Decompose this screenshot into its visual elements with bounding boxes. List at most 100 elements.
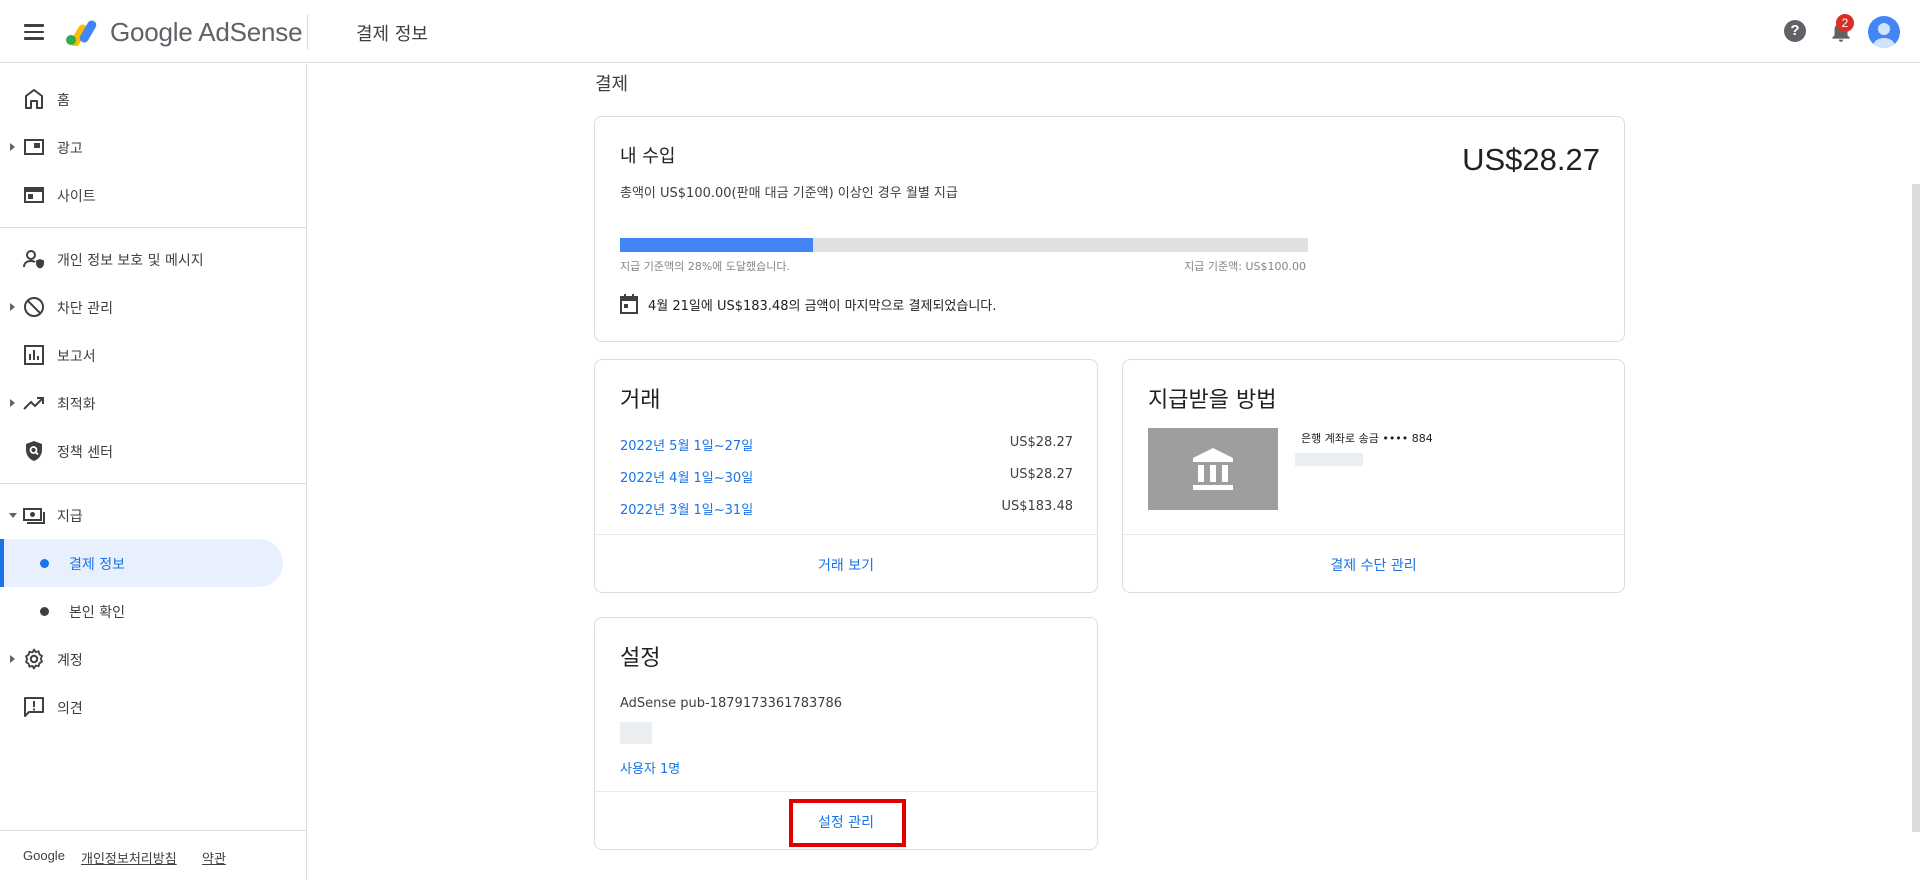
sidebar-item-label: 보고서 bbox=[57, 349, 96, 365]
table-row: 2022년 3월 1일~31일 US$183.48 bbox=[620, 499, 1073, 519]
view-transactions-button[interactable]: 거래 보기 bbox=[595, 555, 1097, 575]
vertical-scrollbar[interactable] bbox=[1912, 184, 1920, 832]
threshold-label: 지급 기준액: US$100.00 bbox=[1184, 260, 1306, 273]
sidebar-item-label: 본인 확인 bbox=[69, 605, 125, 621]
feedback-icon bbox=[24, 697, 44, 717]
progress-status-text: 지급 기준액의 28%에 도달했습니다. bbox=[620, 260, 790, 273]
menu-icon[interactable] bbox=[22, 20, 46, 44]
bank-tile bbox=[1148, 428, 1278, 510]
transaction-amount: US$28.27 bbox=[1009, 467, 1073, 482]
sidebar-footer: Google 개인정보처리방침 약관 bbox=[0, 830, 306, 880]
sidebar-item-label: 결제 정보 bbox=[69, 557, 125, 573]
payment-method-title: 지급받을 방법 bbox=[1148, 388, 1277, 413]
payment-method-card: 지급받을 방법 은행 계좌로 송금 •••• 884 결제 수단 관리 bbox=[1122, 359, 1625, 593]
sidebar-item-home[interactable]: 홈 bbox=[0, 75, 300, 123]
users-link[interactable]: 사용자 1명 bbox=[620, 758, 680, 777]
expand-caret-icon[interactable] bbox=[10, 303, 15, 311]
last-payment-row: 4월 21일에 US$183.48의 금액이 마지막으로 결제되었습니다. bbox=[620, 294, 996, 314]
sidebar-item-label: 홈 bbox=[57, 93, 70, 109]
sidebar-item-blocking[interactable]: 차단 관리 bbox=[0, 283, 300, 331]
transactions-card: 거래 2022년 5월 1일~27일 US$28.27 2022년 4월 1일~… bbox=[594, 359, 1098, 593]
google-footer-label: Google bbox=[23, 848, 65, 863]
payment-method-card-footer: 결제 수단 관리 bbox=[1123, 534, 1624, 592]
sidebar-item-payments[interactable]: 지급 bbox=[0, 491, 300, 539]
sidebar-item-policy-center[interactable]: 정책 센터 bbox=[0, 427, 300, 475]
redacted-field bbox=[620, 722, 652, 744]
brand-name: Google AdSense bbox=[110, 17, 303, 47]
bullet-dot-icon bbox=[40, 559, 49, 568]
ads-icon bbox=[24, 139, 44, 155]
expand-caret-icon[interactable] bbox=[10, 143, 15, 151]
table-row: 2022년 5월 1일~27일 US$28.27 bbox=[620, 435, 1073, 455]
bullet-dot-icon bbox=[40, 607, 49, 616]
sidebar-item-feedback[interactable]: 의견 bbox=[0, 683, 300, 731]
sites-icon bbox=[24, 187, 44, 203]
privacy-policy-link[interactable]: 개인정보처리방침 bbox=[81, 848, 177, 867]
sidebar-item-identity-verification[interactable]: 본인 확인 bbox=[0, 587, 300, 635]
reports-icon bbox=[24, 345, 44, 365]
publisher-id: AdSense pub-1879173361783786 bbox=[620, 696, 843, 711]
notification-count-badge: 2 bbox=[1836, 14, 1854, 32]
sidebar-item-payment-info[interactable]: 결제 정보 bbox=[0, 539, 283, 587]
sidebar-divider bbox=[0, 227, 306, 228]
home-icon bbox=[25, 89, 43, 109]
bank-account-label: 은행 계좌로 송금 •••• 884 bbox=[1301, 432, 1433, 445]
transactions-title: 거래 bbox=[620, 388, 661, 413]
page-title: 결제 정보 bbox=[356, 24, 428, 45]
earnings-card: 내 수입 US$28.27 총액이 US$100.00(판매 대금 기준액) 이… bbox=[594, 116, 1625, 342]
header-divider bbox=[307, 14, 308, 50]
sidebar-item-label: 계정 bbox=[57, 653, 83, 669]
help-icon[interactable]: ? bbox=[1784, 20, 1806, 42]
transaction-period-link[interactable]: 2022년 4월 1일~30일 bbox=[620, 467, 753, 486]
trending-up-icon bbox=[23, 397, 44, 410]
sidebar-item-label: 정책 센터 bbox=[57, 445, 113, 461]
adsense-logo bbox=[66, 20, 97, 46]
sidebar-item-privacy[interactable]: 개인 정보 보호 및 메시지 bbox=[0, 235, 300, 283]
sidebar-item-reports[interactable]: 보고서 bbox=[0, 331, 300, 379]
payments-icon bbox=[23, 508, 45, 524]
settings-title: 설정 bbox=[620, 646, 661, 671]
sidebar-item-label: 의견 bbox=[57, 701, 83, 717]
transactions-card-footer: 거래 보기 bbox=[595, 534, 1097, 592]
table-row: 2022년 4월 1일~30일 US$28.27 bbox=[620, 467, 1073, 487]
transaction-amount: US$28.27 bbox=[1009, 435, 1073, 450]
user-icon bbox=[1873, 23, 1895, 48]
sidebar-item-label: 최적화 bbox=[57, 397, 96, 413]
redacted-account-holder bbox=[1295, 453, 1363, 466]
sidebar-item-sites[interactable]: 사이트 bbox=[0, 171, 300, 219]
threshold-progress-fill bbox=[620, 238, 813, 252]
sidebar: 홈 광고 사이트 개인 정보 보호 및 메시지 차단 관리 보고서 최적화 정책… bbox=[0, 64, 307, 880]
sidebar-item-label: 차단 관리 bbox=[57, 301, 113, 317]
sidebar-item-label: 사이트 bbox=[57, 189, 96, 205]
block-icon bbox=[24, 297, 44, 317]
earnings-amount: US$28.27 bbox=[1462, 142, 1600, 177]
expand-caret-icon[interactable] bbox=[10, 399, 15, 407]
sidebar-item-ads[interactable]: 광고 bbox=[0, 123, 300, 171]
last-payment-text: 4월 21일에 US$183.48의 금액이 마지막으로 결제되었습니다. bbox=[648, 298, 997, 314]
terms-link[interactable]: 약관 bbox=[202, 848, 226, 867]
section-title: 결제 bbox=[595, 74, 629, 95]
manage-payment-methods-button[interactable]: 결제 수단 관리 bbox=[1123, 555, 1624, 575]
threshold-note: 총액이 US$100.00(판매 대금 기준액) 이상인 경우 월별 지급 bbox=[620, 186, 958, 201]
threshold-progress-bar bbox=[620, 238, 1308, 252]
sidebar-item-optimization[interactable]: 최적화 bbox=[0, 379, 300, 427]
bank-icon bbox=[1193, 448, 1233, 490]
gear-icon bbox=[25, 648, 43, 670]
highlight-annotation-box bbox=[789, 799, 906, 847]
sidebar-item-label: 지급 bbox=[57, 509, 83, 525]
policy-shield-icon bbox=[26, 441, 42, 461]
transaction-amount: US$183.48 bbox=[1001, 499, 1073, 514]
avatar[interactable] bbox=[1868, 16, 1900, 48]
earnings-title: 내 수입 bbox=[620, 146, 676, 167]
transaction-period-link[interactable]: 2022년 3월 1일~31일 bbox=[620, 499, 753, 518]
expand-caret-icon[interactable] bbox=[10, 655, 15, 663]
calendar-icon bbox=[620, 294, 638, 314]
collapse-caret-icon[interactable] bbox=[9, 513, 17, 518]
sidebar-item-label: 개인 정보 보호 및 메시지 bbox=[57, 253, 204, 269]
sidebar-divider bbox=[0, 483, 306, 484]
privacy-icon bbox=[23, 250, 44, 269]
sidebar-item-label: 광고 bbox=[57, 141, 83, 157]
sidebar-item-account[interactable]: 계정 bbox=[0, 635, 300, 683]
top-app-bar: Google AdSense 결제 정보 ? 2 bbox=[0, 0, 1920, 63]
transaction-period-link[interactable]: 2022년 5월 1일~27일 bbox=[620, 435, 753, 454]
